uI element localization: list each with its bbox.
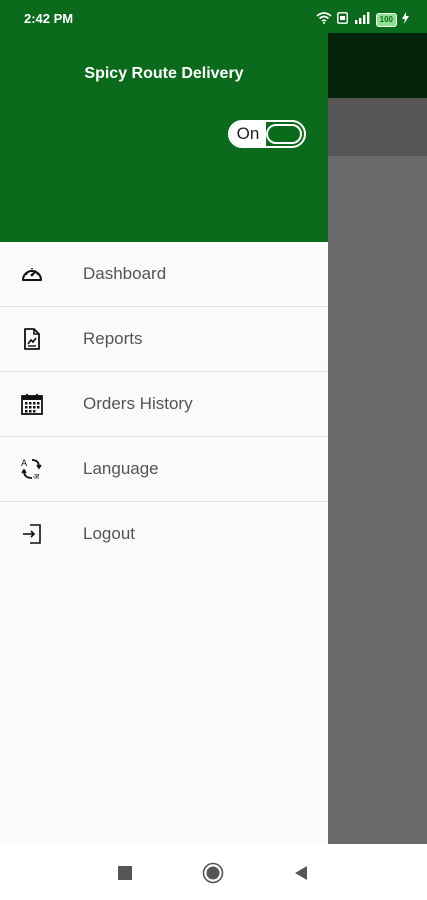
charging-icon	[402, 11, 409, 29]
status-time: 2:42 PM	[24, 11, 74, 26]
menu-item-language[interactable]: Aअ Language	[0, 437, 328, 502]
status-icons: 100	[316, 11, 409, 29]
home-button[interactable]	[202, 862, 224, 884]
calendar-icon	[20, 392, 44, 416]
menu-item-label: Orders History	[83, 394, 193, 413]
background-app-subbar	[328, 98, 427, 156]
menu-item-reports[interactable]: Reports	[0, 307, 328, 372]
drawer-scrim[interactable]	[328, 156, 427, 844]
recents-button[interactable]	[114, 862, 136, 884]
toggle-label: On	[230, 122, 266, 146]
language-icon: Aअ	[20, 457, 44, 481]
system-nav-bar	[0, 844, 427, 900]
menu-item-orders-history[interactable]: Orders History	[0, 372, 328, 437]
signal-icon	[353, 11, 371, 29]
menu-item-label: Dashboard	[83, 264, 167, 283]
svg-text:A: A	[21, 459, 28, 469]
toggle-knob	[266, 124, 302, 144]
menu-item-label: Language	[83, 459, 159, 478]
battery-icon: 100	[375, 13, 397, 27]
navigation-drawer: Spicy Route Delivery On Dashboard Report…	[0, 0, 328, 844]
drawer-header: Spicy Route Delivery On	[0, 0, 328, 242]
status-bar: 2:42 PM 100	[0, 0, 427, 33]
logout-icon	[20, 522, 44, 546]
dashboard-icon	[20, 262, 44, 286]
online-toggle[interactable]: On	[228, 120, 306, 148]
sim-icon	[336, 11, 348, 29]
app-title: Spicy Route Delivery	[84, 65, 244, 82]
drawer-menu: Dashboard Reports Orders History Aअ Lang…	[0, 242, 328, 566]
menu-item-label: Reports	[83, 329, 143, 348]
menu-item-logout[interactable]: Logout	[0, 502, 328, 566]
wifi-icon	[316, 11, 332, 29]
background-app-toolbar	[328, 33, 427, 98]
menu-item-dashboard[interactable]: Dashboard	[0, 242, 328, 307]
reports-icon	[20, 327, 44, 351]
back-button[interactable]	[290, 862, 312, 884]
menu-item-label: Logout	[83, 524, 135, 543]
svg-text:अ: अ	[33, 472, 40, 481]
